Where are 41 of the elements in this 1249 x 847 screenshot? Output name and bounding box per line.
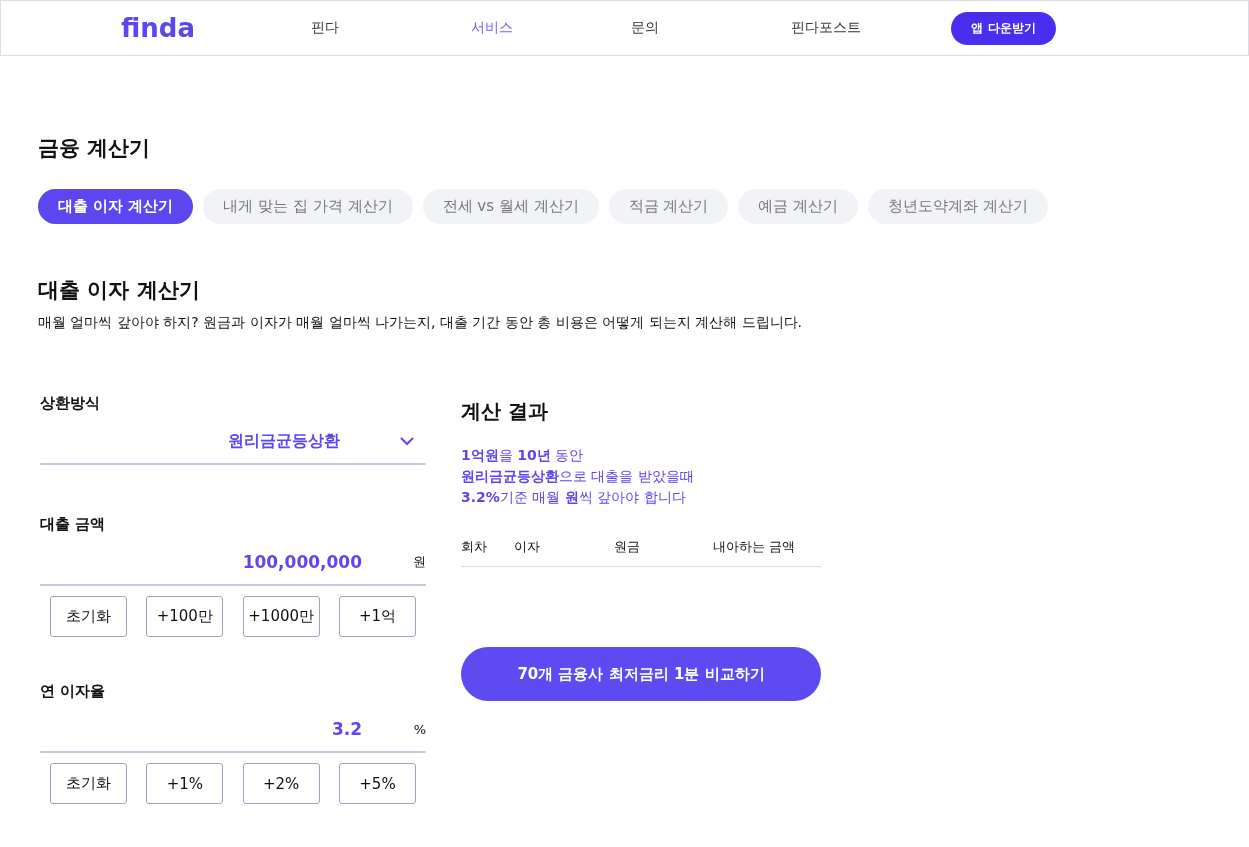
calculator-tab[interactable]: 내게 맞는 집 가격 계산기 bbox=[203, 189, 413, 224]
calculator-tab[interactable]: 적금 계산기 bbox=[608, 189, 729, 224]
unit-label: 원 bbox=[412, 553, 426, 571]
column-header: 원금 bbox=[614, 538, 641, 556]
field-label: 대출 금액 bbox=[40, 515, 107, 534]
quick-add-button[interactable]: +2% bbox=[242, 763, 320, 804]
quick-add-button[interactable]: +1% bbox=[146, 763, 224, 804]
repayment-select[interactable]: 원리금균등상환 bbox=[40, 419, 426, 465]
nav-link[interactable]: 핀다 bbox=[311, 19, 471, 37]
calculator-tab[interactable]: 청년도약계좌 계산기 bbox=[868, 189, 1048, 224]
quick-add-button[interactable]: 초기화 bbox=[50, 763, 127, 804]
result-text: 원리금균등상환으로 대출을 받았을때 bbox=[461, 467, 695, 486]
calculator-tab[interactable]: 예금 계산기 bbox=[738, 189, 859, 224]
unit-label: % bbox=[412, 721, 426, 737]
input-field[interactable]: 3.2 % bbox=[40, 707, 426, 753]
nav-link[interactable]: 서비스 bbox=[471, 19, 631, 37]
app-download-button[interactable]: 앱 다운받기 bbox=[951, 11, 1056, 45]
compare-rates-button[interactable]: 70개 금융사 최저금리 1분 비교하기 bbox=[461, 647, 821, 701]
chevron-down-icon bbox=[400, 436, 414, 446]
section-title: 대출 이자 계산기 bbox=[38, 277, 201, 304]
result-text: 1억원을 10년 동안 bbox=[461, 446, 585, 465]
result-title: 계산 결과 bbox=[461, 398, 549, 425]
page-title: 금융 계산기 bbox=[38, 135, 152, 162]
column-header: 회차 bbox=[461, 538, 488, 556]
quick-add-button[interactable]: 초기화 bbox=[50, 596, 127, 637]
calculator-tab[interactable]: 전세 vs 월세 계산기 bbox=[422, 189, 599, 224]
column-header: 내아하는 금액 bbox=[713, 538, 796, 556]
logo[interactable]: finda bbox=[121, 13, 231, 43]
quick-add-button[interactable]: +100만 bbox=[146, 596, 224, 637]
calculator-tab[interactable]: 대출 이자 계산기 bbox=[38, 189, 194, 224]
nav-link[interactable]: 문의 bbox=[631, 19, 791, 37]
field-label: 연 이자율 bbox=[40, 682, 107, 701]
result-text: 3.2%기준 매월 원씩 갚아야 합니다 bbox=[461, 488, 687, 507]
section-description: 매월 얼마씩 갚아야 하지? 원금과 이자가 매월 얼마씩 나가는지, 대출 기간 동안 총 비용은 어떻게 되는지 계산해 드립니다. bbox=[38, 314, 803, 332]
quick-add-button[interactable]: +5% bbox=[339, 763, 416, 804]
nav-link[interactable]: 핀다포스트 bbox=[791, 19, 951, 37]
field-label: 상환방식 bbox=[40, 394, 101, 413]
column-header: 이자 bbox=[514, 538, 541, 556]
input-field[interactable]: 100,000,000 원 bbox=[40, 540, 426, 586]
quick-add-button[interactable]: +1000만 bbox=[242, 596, 320, 637]
quick-add-button[interactable]: +1억 bbox=[339, 596, 416, 637]
